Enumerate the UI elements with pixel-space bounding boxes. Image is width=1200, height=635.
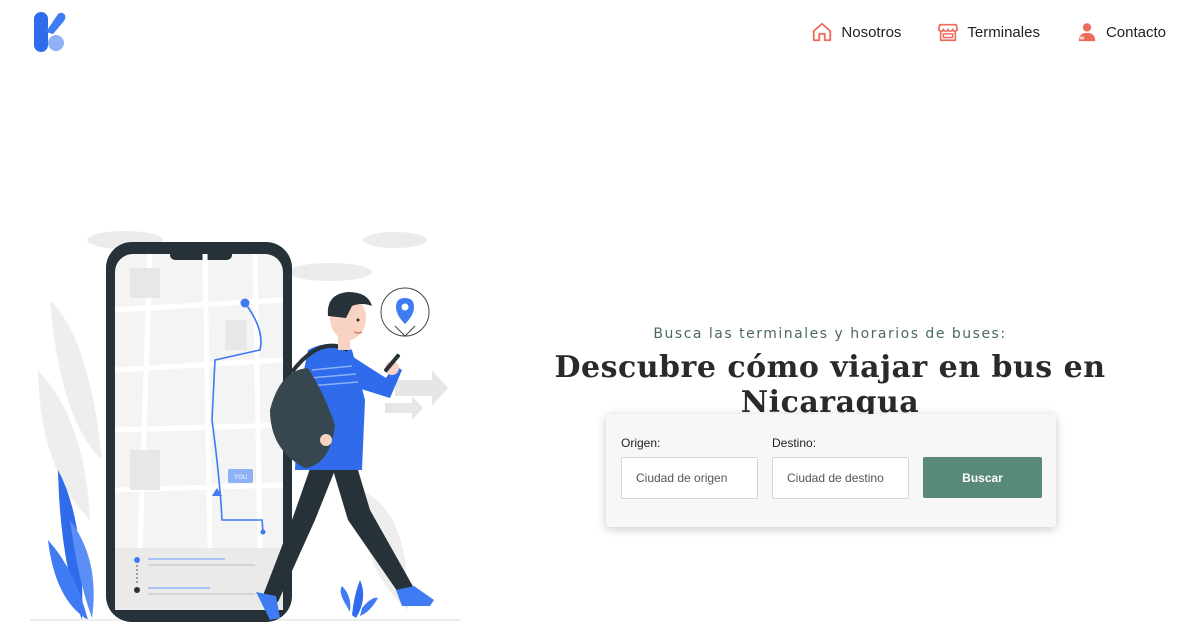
hero-section: Busca las terminales y horarios de buses…	[500, 320, 1160, 420]
nav-label-contacto: Contacto	[1105, 23, 1166, 41]
chat-bubble-label: YOU	[234, 475, 247, 481]
nav-item-terminales[interactable]: Terminales	[937, 21, 1040, 43]
location-pin-icon	[134, 587, 140, 593]
destination-input[interactable]	[772, 457, 909, 499]
nav-label-terminales: Terminales	[967, 23, 1040, 41]
origin-label: Origen:	[621, 436, 661, 450]
location-badge	[380, 287, 430, 337]
destination-label: Destino:	[772, 436, 817, 450]
home-icon	[813, 22, 832, 42]
nav-item-nosotros[interactable]: Nosotros	[811, 21, 901, 43]
hero-illustration: YOU	[30, 220, 460, 630]
user-icon	[1078, 23, 1096, 42]
phone-illustration: YOU	[106, 242, 292, 622]
location-pin-icon	[134, 557, 140, 563]
nav-item-contacto[interactable]: Contacto	[1076, 21, 1166, 43]
hero-subtitle: Busca las terminales y horarios de buses…	[653, 326, 1007, 342]
nav-label-nosotros: Nosotros	[841, 23, 902, 41]
origin-input[interactable]	[621, 457, 758, 499]
main-nav: Nosotros Terminales Contacto	[811, 0, 1166, 64]
search-button[interactable]: Buscar	[923, 457, 1042, 498]
search-form: Origen: Destino: Buscar	[606, 414, 1056, 527]
store-icon	[938, 23, 959, 42]
brand-logo[interactable]	[34, 12, 66, 52]
logo-icon	[34, 12, 66, 52]
hero-title: Descubre cómo viajar en bus en Nicaragua	[554, 350, 1106, 420]
